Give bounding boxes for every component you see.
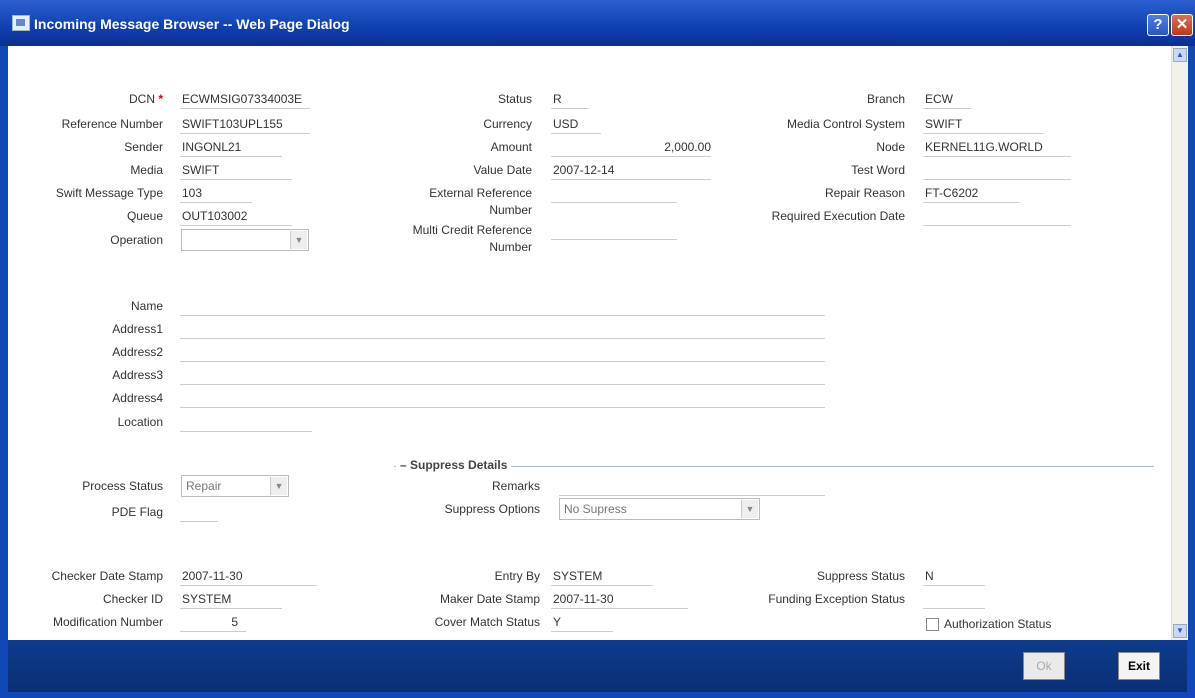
currency-field[interactable]: USD <box>551 117 601 134</box>
amount-field[interactable]: 2,000.00 <box>551 140 711 157</box>
address3-label: Address3 <box>112 368 163 382</box>
external-reference-field[interactable] <box>551 186 677 203</box>
funding-exception-status-label: Funding Exception Status <box>768 592 905 606</box>
funding-exception-status-field[interactable] <box>923 592 985 609</box>
title-bar: Incoming Message Browser -- Web Page Dia… <box>0 0 1195 46</box>
checker-date-stamp-label: Checker Date Stamp <box>51 569 163 583</box>
address3-field[interactable] <box>180 368 825 385</box>
help-button[interactable]: ? <box>1147 14 1169 36</box>
chevron-down-icon: ▼ <box>290 231 307 249</box>
chevron-down-icon: ▼ <box>741 500 758 518</box>
cover-match-status-field[interactable]: Y <box>551 615 613 632</box>
address1-field[interactable] <box>180 322 825 339</box>
checker-date-stamp-field[interactable]: 2007-11-30 <box>180 569 317 586</box>
amount-label: Amount <box>490 140 532 154</box>
remarks-label: Remarks <box>491 479 540 493</box>
modification-number-field[interactable]: 5 <box>180 615 246 632</box>
checker-id-field[interactable]: SYSTEM <box>180 592 282 609</box>
branch-field[interactable]: ECW <box>923 92 971 109</box>
media-control-system-field[interactable]: SWIFT <box>923 117 1043 134</box>
address4-label: Address4 <box>112 391 163 405</box>
value-date-label: Value Date <box>473 163 532 177</box>
frame-left <box>0 46 8 698</box>
multi-credit-reference-field[interactable] <box>551 223 677 240</box>
address4-field[interactable] <box>180 391 825 408</box>
window-icon <box>12 15 30 31</box>
multi-credit-reference-label-2: Number <box>489 240 532 254</box>
sender-label: Sender <box>124 140 163 154</box>
required-execution-date-label: Required Execution Date <box>771 209 905 223</box>
address2-field[interactable] <box>180 345 825 362</box>
pde-flag-label: PDE Flag <box>111 505 163 519</box>
external-reference-label-1: External Reference <box>429 186 532 200</box>
branch-label: Branch <box>866 92 905 106</box>
swift-message-type-label: Swift Message Type <box>55 186 163 200</box>
remarks-field[interactable] <box>559 479 825 496</box>
maker-date-stamp-field[interactable]: 2007-11-30 <box>551 592 688 609</box>
node-label: Node <box>876 140 905 154</box>
reference-number-label: Reference Number <box>61 117 163 131</box>
address1-label: Address1 <box>112 322 163 336</box>
suppress-options-select[interactable]: No Supress ▼ <box>559 498 760 520</box>
ok-button[interactable]: Ok <box>1023 652 1065 680</box>
sender-field[interactable]: INGONL21 <box>180 140 282 157</box>
maker-date-stamp-label: Maker Date Stamp <box>439 592 540 606</box>
scroll-down-icon[interactable]: ▼ <box>1173 624 1187 638</box>
test-word-label: Test Word <box>851 163 905 177</box>
frame-bottom <box>0 692 1195 698</box>
frame-right <box>1187 46 1195 698</box>
suppress-status-field[interactable]: N <box>923 569 985 586</box>
media-field[interactable]: SWIFT <box>180 163 292 180</box>
process-status-label: Process Status <box>82 479 163 493</box>
reference-number-field[interactable]: SWIFT103UPL155 <box>180 117 310 134</box>
multi-credit-reference-label-1: Multi Credit Reference <box>412 223 532 237</box>
entry-by-field[interactable]: SYSTEM <box>551 569 653 586</box>
name-field[interactable] <box>180 299 825 316</box>
form-content: DCN * ECWMSIG07334003E Reference Number … <box>8 46 1171 636</box>
required-marker: * <box>158 92 163 106</box>
address2-label: Address2 <box>112 345 163 359</box>
checker-id-label: Checker ID <box>102 592 163 606</box>
vertical-scrollbar[interactable]: ▲ ▼ <box>1171 46 1188 640</box>
dcn-field[interactable]: ECWMSIG07334003E <box>180 92 310 109</box>
status-field[interactable]: R <box>551 92 589 109</box>
queue-label: Queue <box>126 209 163 223</box>
node-field[interactable]: KERNEL11G.WORLD <box>923 140 1071 157</box>
repair-reason-field[interactable]: FT-C6202 <box>923 186 1019 203</box>
location-label: Location <box>117 415 163 429</box>
status-label: Status <box>497 92 532 106</box>
modification-number-label: Modification Number <box>52 615 163 629</box>
dcn-label: DCN * <box>128 92 163 106</box>
media-control-system-label: Media Control System <box>786 117 905 131</box>
cover-match-status-label: Cover Match Status <box>434 615 540 629</box>
media-label: Media <box>130 163 163 177</box>
suppress-status-label: Suppress Status <box>816 569 905 583</box>
queue-field[interactable]: OUT103002 <box>180 209 292 226</box>
location-field[interactable] <box>180 415 312 432</box>
pde-flag-field[interactable] <box>180 505 218 522</box>
entry-by-label: Entry By <box>494 569 540 583</box>
operation-label: Operation <box>110 233 163 247</box>
close-button[interactable]: ✕ <box>1171 14 1193 36</box>
chevron-down-icon: ▼ <box>270 477 287 495</box>
operation-select[interactable]: ▼ <box>181 229 309 251</box>
window-title: Incoming Message Browser -- Web Page Dia… <box>34 16 350 32</box>
swift-message-type-field[interactable]: 103 <box>180 186 252 203</box>
process-status-select[interactable]: Repair ▼ <box>181 475 289 497</box>
scroll-up-icon[interactable]: ▲ <box>1173 48 1187 62</box>
exit-button[interactable]: Exit <box>1118 652 1160 680</box>
authorization-status-checkbox[interactable] <box>926 618 939 631</box>
repair-reason-label: Repair Reason <box>824 186 905 200</box>
value-date-field[interactable]: 2007-12-14 <box>551 163 711 180</box>
external-reference-label-2: Number <box>489 203 532 217</box>
currency-label: Currency <box>483 117 532 131</box>
suppress-details-title: – Suppress Details <box>396 458 512 472</box>
name-label: Name <box>130 299 163 313</box>
test-word-field[interactable] <box>923 163 1071 180</box>
footer-bar: Ok Exit <box>8 640 1187 692</box>
required-execution-date-field[interactable] <box>923 209 1071 226</box>
authorization-status-label: Authorization Status <box>944 617 1052 631</box>
suppress-options-label: Suppress Options <box>444 502 540 516</box>
